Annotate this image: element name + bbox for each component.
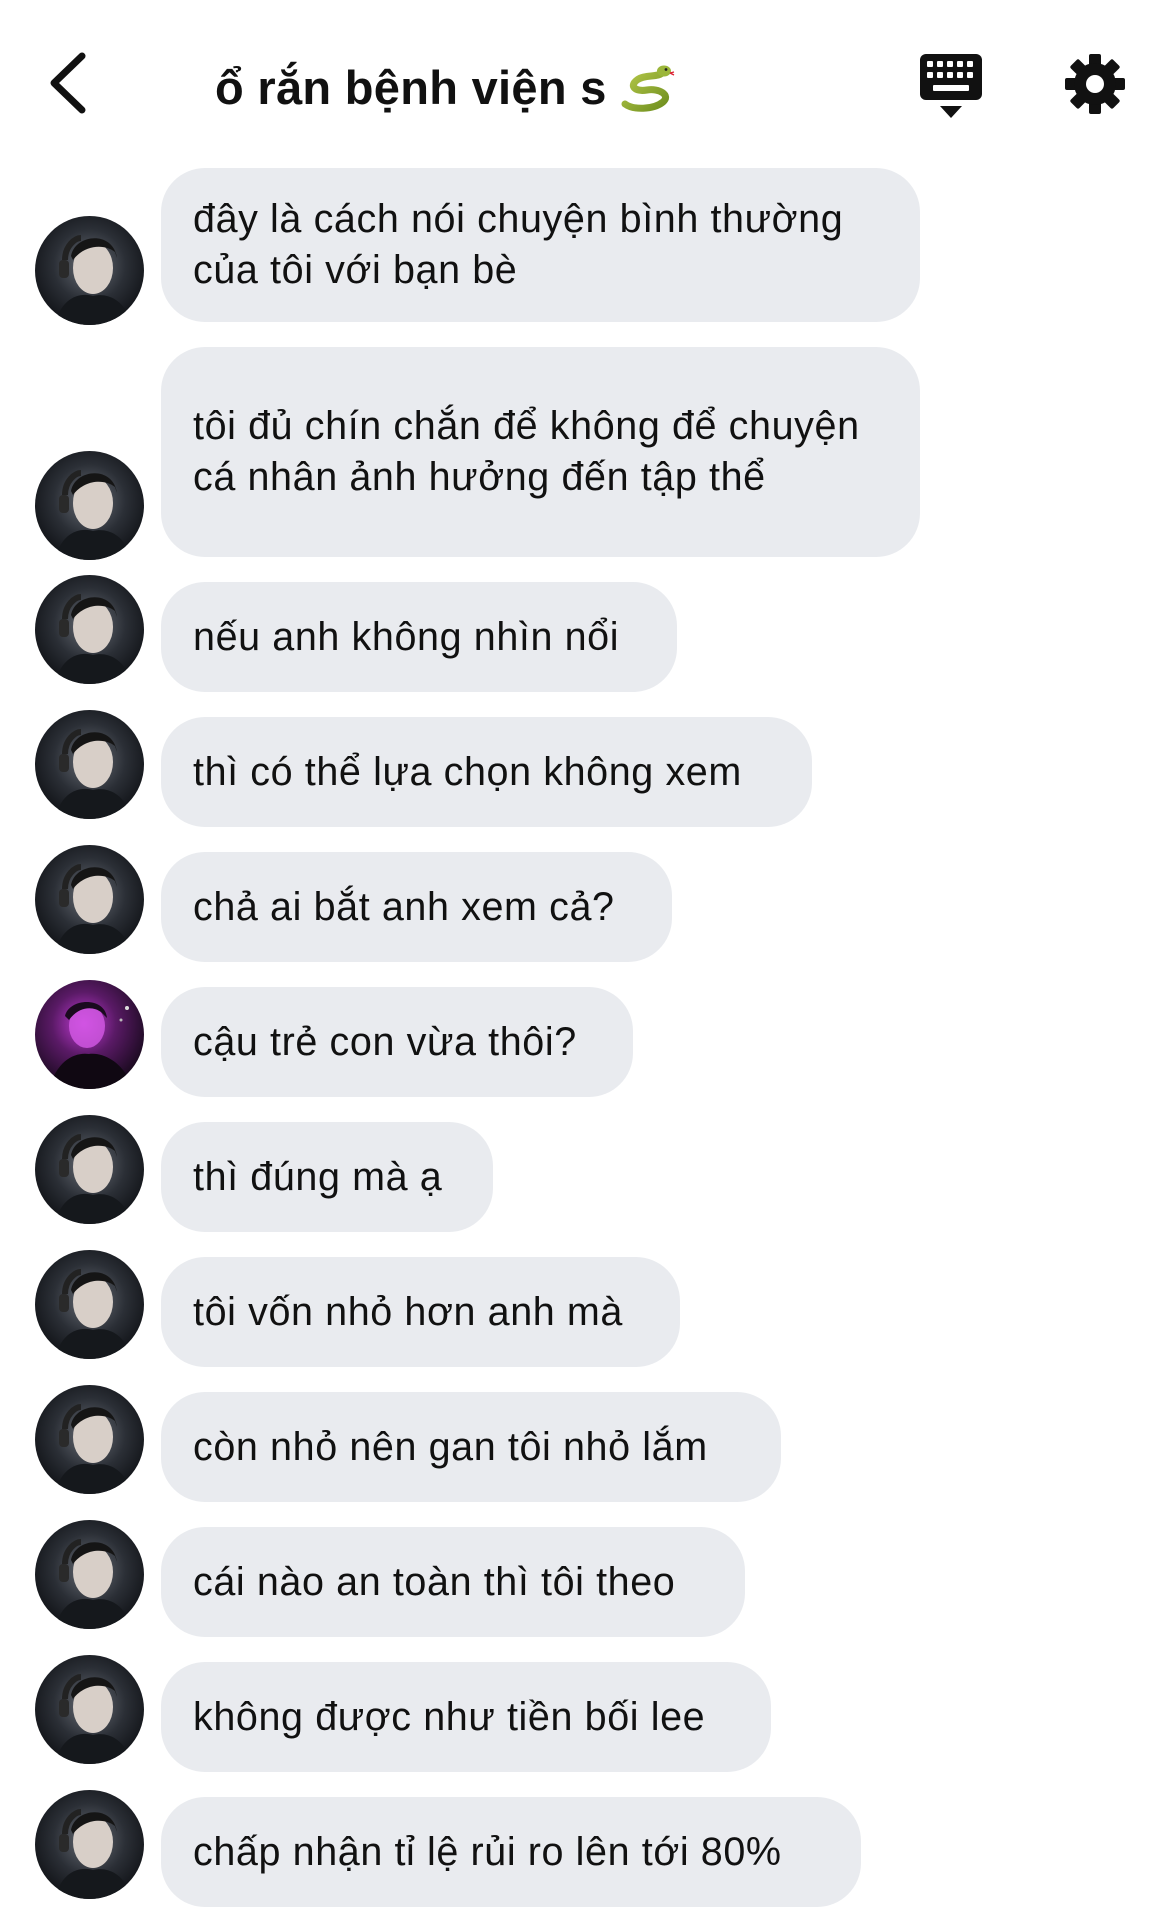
message-text: thì đúng mà ạ [193, 1154, 443, 1199]
snake-icon [619, 62, 675, 112]
message-bubble[interactable]: đây là cách nói chuyện bình thường của t… [161, 168, 920, 322]
message-text: nếu anh không nhìn nổi [193, 614, 620, 659]
message-text: chả ai bắt anh xem cả? [193, 884, 615, 929]
gear-icon [1065, 54, 1125, 114]
avatar[interactable] [35, 1115, 144, 1224]
message-text: thì có thể lựa chọn không xem [193, 749, 742, 794]
message-bubble[interactable]: chả ai bắt anh xem cả? [161, 852, 672, 962]
message-bubble[interactable]: cái nào an toàn thì tôi theo [161, 1527, 745, 1637]
avatar[interactable] [35, 1250, 144, 1359]
message-text: tôi đủ chín chắn để không để chuyện cá n… [193, 404, 860, 499]
message-bubble[interactable]: nếu anh không nhìn nổi [161, 582, 677, 692]
message-text: chấp nhận tỉ lệ rủi ro lên tới 80% [193, 1829, 782, 1874]
chat-title: ổ rắn bệnh viện s [215, 55, 675, 119]
message-text: tôi vốn nhỏ hơn anh mà [193, 1289, 623, 1334]
message-bubble[interactable]: tôi đủ chín chắn để không để chuyện cá n… [161, 347, 920, 557]
avatar[interactable] [35, 980, 144, 1089]
message-text: đây là cách nói chuyện bình thường của t… [193, 197, 844, 292]
message-bubble[interactable]: thì có thể lựa chọn không xem [161, 717, 812, 827]
message-bubble[interactable]: không được như tiền bối lee [161, 1662, 771, 1772]
keyboard-button[interactable] [918, 52, 984, 120]
avatar[interactable] [35, 1385, 144, 1494]
settings-button[interactable] [1063, 52, 1127, 116]
keyboard-icon [920, 54, 982, 118]
chat-header: ổ rắn bệnh viện s [0, 0, 1162, 170]
avatar[interactable] [35, 710, 144, 819]
message-text: cái nào an toàn thì tôi theo [193, 1559, 676, 1604]
message-text: không được như tiền bối lee [193, 1694, 706, 1739]
avatar[interactable] [35, 1790, 144, 1899]
avatar[interactable] [35, 1520, 144, 1629]
avatar[interactable] [35, 216, 144, 325]
message-bubble[interactable]: còn nhỏ nên gan tôi nhỏ lắm [161, 1392, 781, 1502]
message-text: còn nhỏ nên gan tôi nhỏ lắm [193, 1424, 708, 1469]
message-text: cậu trẻ con vừa thôi? [193, 1019, 577, 1064]
chat-title-text: ổ rắn bệnh viện s [215, 60, 607, 114]
message-bubble[interactable]: thì đúng mà ạ [161, 1122, 493, 1232]
message-bubble[interactable]: chấp nhận tỉ lệ rủi ro lên tới 80% [161, 1797, 861, 1907]
chevron-left-icon [50, 52, 86, 114]
avatar[interactable] [35, 575, 144, 684]
avatar[interactable] [35, 451, 144, 560]
avatar[interactable] [35, 1655, 144, 1764]
avatar[interactable] [35, 845, 144, 954]
message-bubble[interactable]: tôi vốn nhỏ hơn anh mà [161, 1257, 680, 1367]
message-bubble[interactable]: cậu trẻ con vừa thôi? [161, 987, 633, 1097]
back-button[interactable] [38, 48, 98, 118]
